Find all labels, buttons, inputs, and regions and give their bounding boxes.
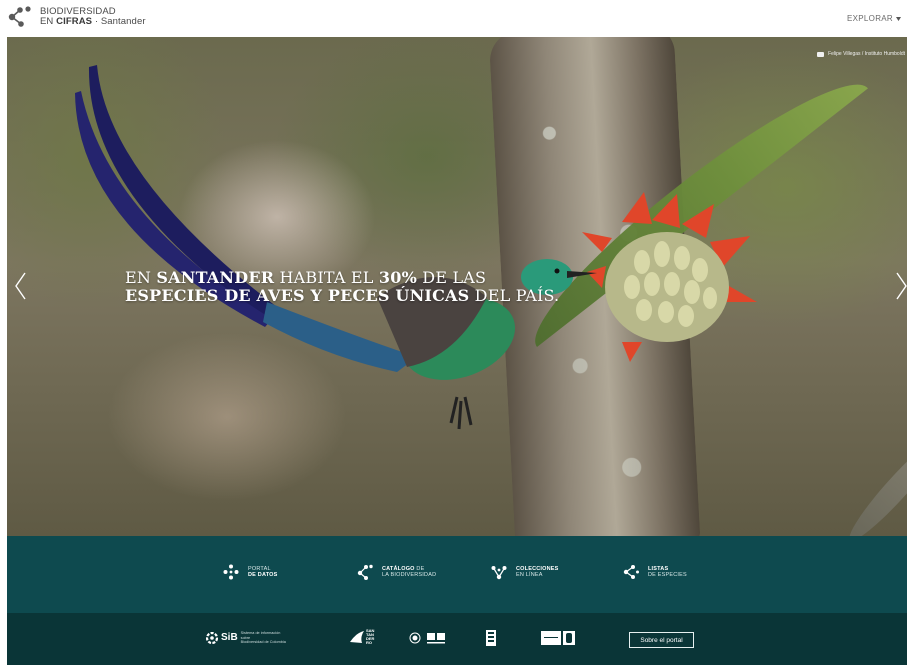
sib-wordmark: SiB bbox=[221, 632, 238, 644]
network-logo-icon bbox=[8, 6, 31, 27]
headline-bold: SANTANDER bbox=[156, 268, 275, 287]
branch-network-icon bbox=[357, 564, 373, 580]
logo-bold: CIFRAS bbox=[56, 16, 93, 27]
headline-part: DE LAS bbox=[417, 268, 487, 287]
headline-part: EN bbox=[125, 268, 157, 287]
photo-credit: Felipe Villegas / Instituto Humboldt bbox=[817, 51, 905, 57]
sib-logo[interactable]: SiB Sistema de información sobre Biodive… bbox=[206, 631, 291, 645]
nav-label-line: LA BIODIVERSIDAD bbox=[382, 572, 437, 578]
hero-slider: Felipe Villegas / Instituto Humboldt EN … bbox=[7, 37, 907, 536]
santander-logo[interactable]: SAN TAN DER RO bbox=[350, 629, 374, 645]
nav-label-bold: COLECCIONES bbox=[516, 565, 559, 572]
institution-logo[interactable] bbox=[426, 632, 446, 644]
camera-icon bbox=[817, 51, 825, 57]
tree-network-icon bbox=[623, 565, 639, 579]
site-footer: SiB Sistema de información sobre Biodive… bbox=[7, 613, 907, 665]
chevron-left-icon[interactable] bbox=[11, 269, 29, 303]
nav-label: LISTAS DE ESPECIES bbox=[648, 566, 687, 579]
sib-desc-line: Sistema de información sobre bbox=[240, 631, 281, 640]
crest-logo[interactable] bbox=[486, 630, 496, 646]
headline-line-2: ESPECIES DE AVES Y PECES ÚNICAS DEL PAÍS… bbox=[125, 287, 645, 305]
nav-label: CATÁLOGO DE LA BIODIVERSIDAD bbox=[382, 566, 436, 579]
explore-menu[interactable]: EXPLORAR bbox=[847, 14, 901, 23]
sib-gear-icon bbox=[206, 631, 218, 644]
nav-listas[interactable]: LISTAS DE ESPECIES bbox=[623, 564, 687, 580]
vee-network-icon bbox=[491, 566, 507, 580]
nav-label: COLECCIONES EN LÍNEA bbox=[516, 566, 559, 579]
headline-bold: 30% bbox=[378, 268, 417, 287]
headline-bold: ESPECIES DE AVES Y PECES ÚNICAS bbox=[125, 286, 470, 305]
logo-line-2: EN CIFRAS · Santander bbox=[40, 17, 146, 27]
nav-catalogo[interactable]: CATÁLOGO DE LA BIODIVERSIDAD bbox=[357, 564, 436, 580]
santander-wordmark-line: RO bbox=[366, 640, 372, 645]
photo-credit-text: Felipe Villegas / Instituto Humboldt bbox=[828, 51, 905, 57]
seal-logo[interactable] bbox=[409, 632, 421, 644]
hummingbird-image bbox=[75, 65, 597, 430]
logo-text: BIODIVERSIDAD EN CIFRAS · Santander bbox=[40, 7, 146, 27]
about-portal-button[interactable]: Sobre el portal bbox=[629, 632, 694, 648]
nav-label-line: EN LÍNEA bbox=[516, 572, 543, 578]
nav-label-part: DE bbox=[414, 565, 425, 572]
headline-part: HABITA EL bbox=[274, 268, 379, 287]
site-logo[interactable]: BIODIVERSIDAD EN CIFRAS · Santander bbox=[8, 6, 146, 28]
nav-label-bold: LISTAS bbox=[648, 565, 669, 572]
chevron-right-icon[interactable] bbox=[893, 269, 907, 303]
nav-label-bold: DE DATOS bbox=[248, 572, 278, 578]
headline-part: DEL PAÍS. bbox=[469, 286, 560, 305]
sib-desc-line: Biodiversidad de Colombia bbox=[240, 640, 286, 644]
santander-wordmark: SAN TAN DER RO bbox=[366, 629, 374, 645]
sib-description: Sistema de información sobre Biodiversid… bbox=[241, 631, 291, 645]
logo-region: · Santander bbox=[92, 16, 146, 27]
headline-line-1: EN SANTANDER HABITA EL 30% DE LAS bbox=[125, 269, 645, 287]
nav-label-bold: CATÁLOGO bbox=[382, 565, 415, 572]
caret-down-icon bbox=[896, 16, 901, 21]
explore-label: EXPLORAR bbox=[847, 14, 893, 23]
logo-prefix: EN bbox=[40, 16, 57, 27]
leaf-image-2 bbox=[841, 428, 907, 536]
nav-label: PORTAL DE DATOS bbox=[248, 566, 278, 579]
site-header: BIODIVERSIDAD EN CIFRAS · Santander EXPL… bbox=[0, 0, 907, 37]
nav-colecciones[interactable]: COLECCIONES EN LÍNEA bbox=[491, 564, 559, 580]
hero-headline: EN SANTANDER HABITA EL 30% DE LAS ESPECI… bbox=[125, 269, 645, 305]
nav-label-line: DE ESPECIES bbox=[648, 572, 687, 578]
nav-portal-datos[interactable]: PORTAL DE DATOS bbox=[223, 564, 278, 580]
ministry-logo[interactable] bbox=[541, 631, 575, 645]
diamond-network-icon bbox=[223, 564, 239, 580]
quick-links-band: PORTAL DE DATOS CATÁLOGO DE LA BIODIVERS… bbox=[7, 536, 907, 613]
bird-silhouette-icon bbox=[350, 631, 364, 643]
